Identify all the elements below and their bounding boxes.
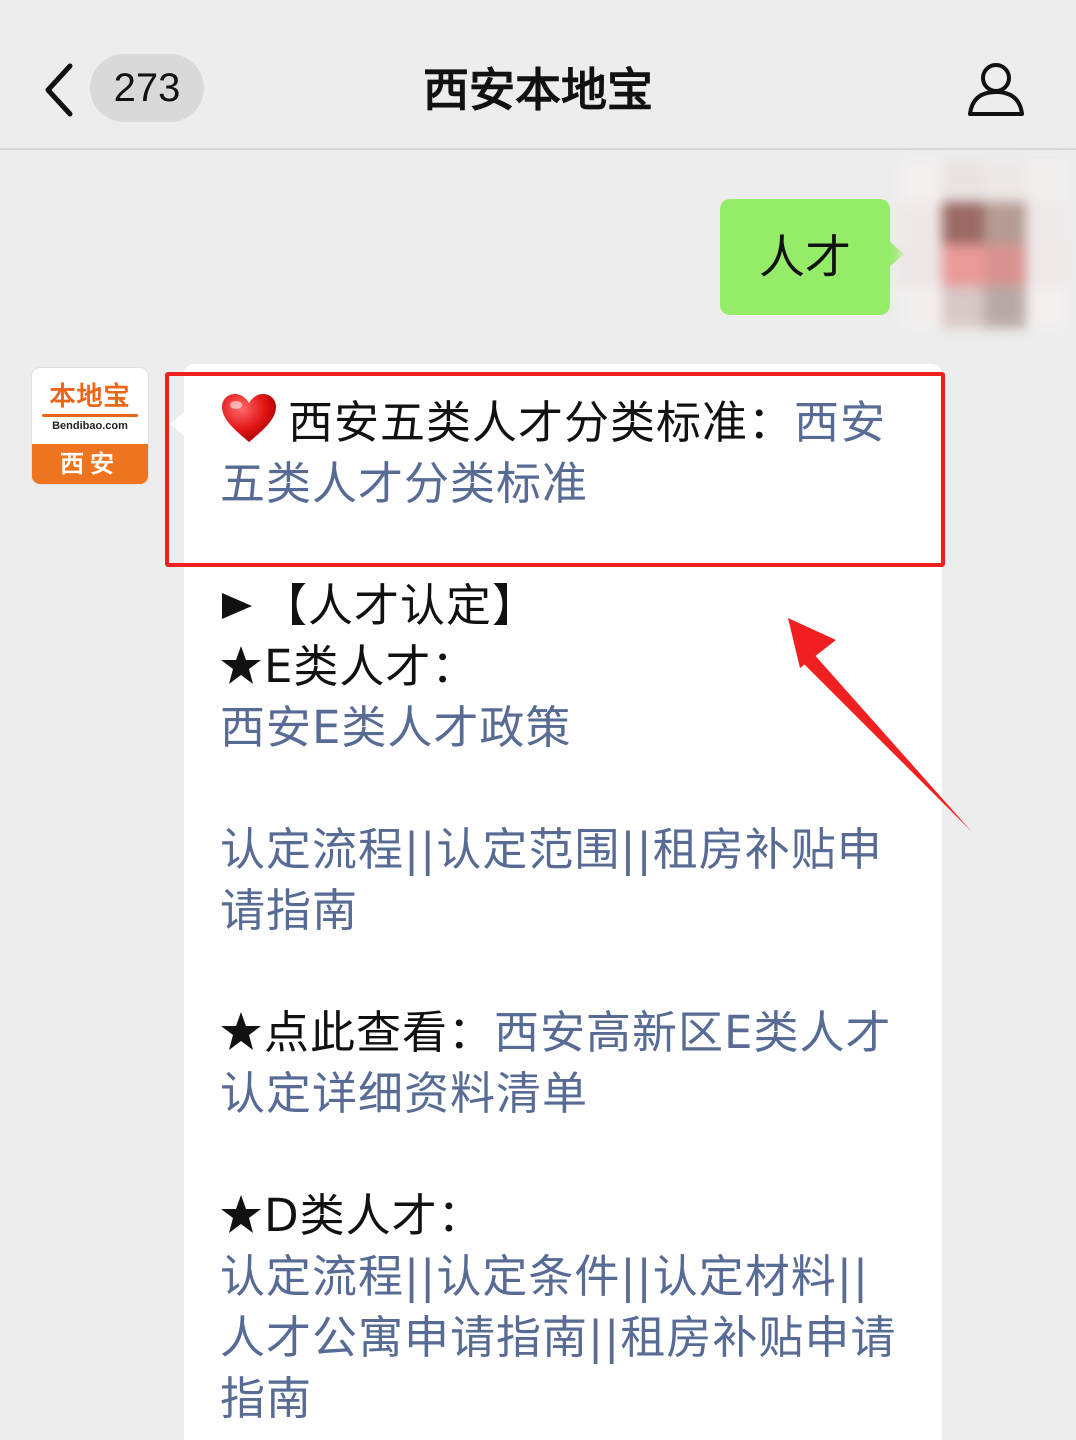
view-line: 点此查看：西安高新区E类人才认定详细资料清单 <box>220 1002 910 1124</box>
bot-avatar[interactable]: 本地宝 Bendibao.com 西安 <box>32 368 148 484</box>
section-heading: 【人才认定】 <box>262 579 539 632</box>
link-separator: || <box>404 1250 437 1303</box>
play-triangle-icon <box>222 593 252 619</box>
link-separator: || <box>404 823 437 876</box>
d-links-line: 认定流程||认定条件||认定材料||人才公寓申请指南||租房补贴申请指南 <box>220 1246 910 1429</box>
link-separator: || <box>836 1250 870 1303</box>
e-link-process[interactable]: 认定流程 <box>220 823 404 876</box>
e-links-line: 认定流程||认定范围||租房补贴申请指南 <box>220 819 910 941</box>
section-heading-line: 【人才认定】 <box>220 575 910 636</box>
d-class-label: D类人才： <box>264 1189 484 1242</box>
star-icon <box>221 1195 261 1233</box>
d-link-apartment[interactable]: 人才公寓申请指南 <box>220 1311 588 1364</box>
e-link-scope[interactable]: 认定范围 <box>436 823 620 876</box>
star-icon <box>221 1012 261 1050</box>
d-class-line: D类人才： <box>220 1185 910 1246</box>
chat-title: 西安本地宝 <box>423 63 653 117</box>
logo-domain: Bendibao.com <box>52 420 128 432</box>
person-icon[interactable] <box>966 58 1026 118</box>
d-link-materials[interactable]: 认定材料 <box>653 1250 837 1303</box>
view-label: 点此查看： <box>264 1006 495 1059</box>
logo-divider <box>42 414 138 417</box>
link-separator: || <box>620 1250 653 1303</box>
e-class-line: E类人才： <box>220 636 910 697</box>
link-separator: || <box>588 1311 621 1364</box>
d-link-conditions[interactable]: 认定条件 <box>436 1250 620 1303</box>
highlight-box <box>165 372 945 567</box>
chat-header: 273 西安本地宝 <box>0 0 1076 150</box>
outgoing-message-bubble[interactable]: 人才 <box>720 199 890 315</box>
logo-text: 本地宝 <box>49 382 131 412</box>
e-policy-line: 西安E类人才政策 <box>220 697 910 758</box>
e-policy-link[interactable]: 西安E类人才政策 <box>220 701 571 754</box>
logo-city: 西安 <box>32 444 148 484</box>
star-icon <box>221 646 261 684</box>
d-link-process[interactable]: 认定流程 <box>220 1250 404 1303</box>
user-avatar[interactable] <box>900 160 1068 330</box>
link-separator: || <box>620 823 653 876</box>
e-class-label: E类人才： <box>264 640 478 693</box>
